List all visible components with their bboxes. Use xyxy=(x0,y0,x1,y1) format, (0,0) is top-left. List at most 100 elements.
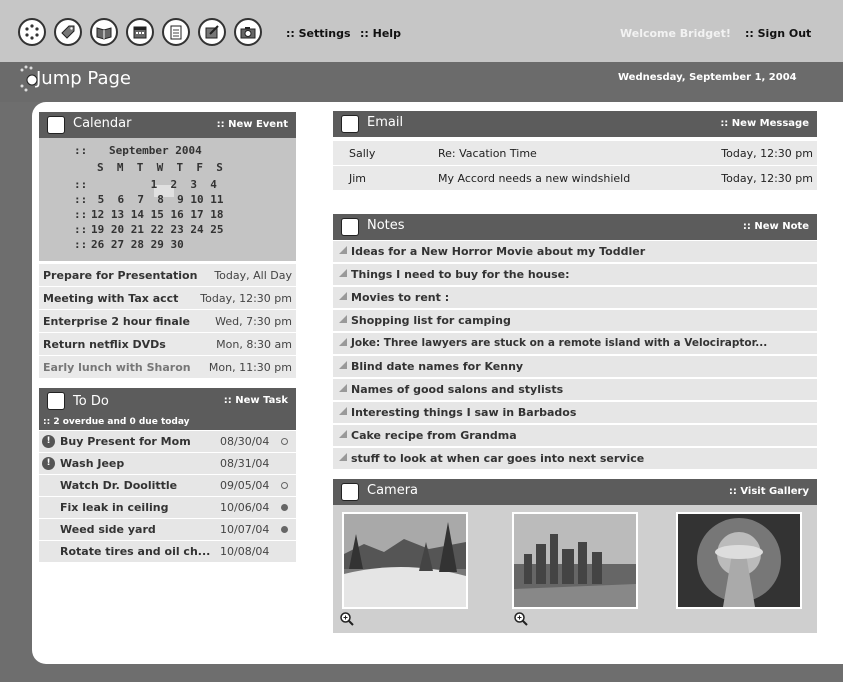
todo-item[interactable]: ! Buy Present for Mom 08/30/04 xyxy=(39,431,296,453)
note-corner-icon xyxy=(339,430,347,438)
mini-calendar: :: September 2004 S M T W T F S :: 1 2 3… xyxy=(39,138,296,261)
new-message-link[interactable]: :: New Message xyxy=(720,118,809,129)
book-icon[interactable] xyxy=(90,18,118,46)
event-row[interactable]: Enterprise 2 hour finale Wed, 7:30 pm xyxy=(39,310,296,333)
todo-item-date: 10/06/04 xyxy=(220,501,270,514)
new-task-link[interactable]: :: New Task xyxy=(224,395,288,406)
event-title: Return netflix DVDs xyxy=(43,338,166,351)
visit-gallery-link[interactable]: :: Visit Gallery xyxy=(729,486,809,497)
todo-item-title: Weed side yard xyxy=(60,523,156,536)
notes-icon[interactable] xyxy=(198,18,226,46)
week-mark[interactable]: :: xyxy=(74,238,87,251)
zoom-icon[interactable] xyxy=(340,612,354,626)
camera-icon[interactable] xyxy=(234,18,262,46)
todo-item[interactable]: Rotate tires and oil ch... 10/08/04 xyxy=(39,541,296,563)
todo-title: To Do xyxy=(73,394,109,409)
calendar-title: Calendar xyxy=(73,116,132,131)
photo-space-needle[interactable] xyxy=(676,512,802,609)
new-event-link[interactable]: :: New Event xyxy=(217,119,288,130)
event-row[interactable]: Return netflix DVDs Mon, 8:30 am xyxy=(39,333,296,356)
note-item[interactable]: Joke: Three lawyers are stuck on a remot… xyxy=(333,333,817,355)
email-subject: My Accord needs a new windshield xyxy=(438,172,631,185)
note-item[interactable]: Cake recipe from Grandma xyxy=(333,425,817,447)
calendar-month[interactable]: September 2004 xyxy=(109,144,202,157)
photo-city-skyline[interactable] xyxy=(512,512,638,609)
event-row[interactable]: Early lunch with Sharon Mon, 11:30 pm xyxy=(39,356,296,379)
photo-snowy-forest[interactable] xyxy=(342,512,468,609)
note-corner-icon xyxy=(339,246,347,254)
todo-item[interactable]: Weed side yard 10/07/04 xyxy=(39,519,296,541)
week-mark[interactable]: :: xyxy=(74,223,87,236)
email-row[interactable]: Sally Re: Vacation Time Today, 12:30 pm xyxy=(333,141,817,166)
event-row[interactable]: Meeting with Tax acct Today, 12:30 pm xyxy=(39,287,296,310)
cal-mark: :: xyxy=(74,144,88,157)
tag-icon[interactable] xyxy=(54,18,82,46)
calendar-week[interactable]: 26 27 28 29 30 xyxy=(91,238,184,251)
status-filled-icon xyxy=(281,504,288,511)
help-link[interactable]: :: Help xyxy=(360,27,401,40)
status-filled-icon xyxy=(281,526,288,533)
note-corner-icon xyxy=(339,361,347,369)
page-date: Wednesday, September 1, 2004 xyxy=(618,72,797,83)
note-item[interactable]: Ideas for a New Horror Movie about my To… xyxy=(333,241,817,263)
event-title: Enterprise 2 hour finale xyxy=(43,315,190,328)
todo-item-date: 09/05/04 xyxy=(220,479,270,492)
notes-header: Notes :: New Note xyxy=(333,214,817,240)
todo-item-title: Wash Jeep xyxy=(60,457,125,470)
todo-summary-text: :: 2 overdue and 0 due today xyxy=(43,417,190,427)
todo-item[interactable]: Fix leak in ceiling 10/06/04 xyxy=(39,497,296,519)
calendar-header: Calendar :: New Event xyxy=(39,112,296,138)
zoom-icon[interactable] xyxy=(514,612,528,626)
page-title: Jump Page xyxy=(36,68,131,89)
notebook-icon[interactable] xyxy=(162,18,190,46)
dots-icon[interactable] xyxy=(18,18,46,46)
new-note-link[interactable]: :: New Note xyxy=(743,221,809,232)
todo-summary: :: 2 overdue and 0 due today xyxy=(39,416,296,430)
calendar-week[interactable]: 12 13 14 15 16 17 18 xyxy=(91,208,223,221)
email-header: Email :: New Message xyxy=(333,111,817,137)
note-title: Movies to rent : xyxy=(351,291,450,304)
sign-out-link[interactable]: :: Sign Out xyxy=(745,27,811,40)
status-empty-icon xyxy=(281,438,288,445)
event-row[interactable]: Prepare for Presentation Today, All Day xyxy=(39,264,296,287)
todo-item[interactable]: ! Wash Jeep 08/31/04 xyxy=(39,453,296,475)
note-corner-icon xyxy=(339,453,347,461)
note-corner-icon xyxy=(339,292,347,300)
note-item[interactable]: Blind date names for Kenny xyxy=(333,356,817,378)
note-title: Ideas for a New Horror Movie about my To… xyxy=(351,245,646,258)
note-item[interactable]: Things I need to buy for the house: xyxy=(333,264,817,286)
note-title: Joke: Three lawyers are stuck on a remot… xyxy=(351,337,768,349)
event-when: Wed, 7:30 pm xyxy=(215,315,292,328)
note-item[interactable]: stuff to look at when car goes into next… xyxy=(333,448,817,470)
todo-item[interactable]: Watch Dr. Doolittle 09/05/04 xyxy=(39,475,296,497)
overdue-icon: ! xyxy=(42,435,55,448)
week-mark[interactable]: :: xyxy=(74,208,87,221)
note-item[interactable]: Names of good salons and stylists xyxy=(333,379,817,401)
event-when: Today, 12:30 pm xyxy=(200,292,292,305)
note-title: Names of good salons and stylists xyxy=(351,383,564,396)
note-item[interactable]: Movies to rent : xyxy=(333,287,817,309)
todo-item-date: 10/08/04 xyxy=(220,545,270,558)
calendar-week[interactable]: 19 20 21 22 23 24 25 xyxy=(91,223,223,236)
todo-item-date: 08/30/04 xyxy=(220,435,270,448)
note-item[interactable]: Interesting things I saw in Barbados xyxy=(333,402,817,424)
calendar-weekdays: S M T W T F S xyxy=(97,161,223,174)
notes-title: Notes xyxy=(367,218,405,233)
week-mark[interactable]: :: xyxy=(74,178,87,191)
calendar-week[interactable]: 5 6 7 8 9 10 11 xyxy=(91,193,224,206)
note-item[interactable]: Shopping list for camping xyxy=(333,310,817,332)
settings-link[interactable]: :: Settings xyxy=(286,27,351,40)
email-from: Sally xyxy=(349,147,376,160)
email-row[interactable]: Jim My Accord needs a new windshield Tod… xyxy=(333,166,817,191)
email-title: Email xyxy=(367,115,404,130)
event-when: Mon, 8:30 am xyxy=(216,338,292,351)
event-when: Today, All Day xyxy=(214,269,292,282)
calendar-week[interactable]: 1 2 3 4 xyxy=(91,178,217,191)
week-mark[interactable]: :: xyxy=(74,193,87,206)
calendar-icon[interactable] xyxy=(126,18,154,46)
calendar-panel-icon xyxy=(47,116,65,134)
camera-panel-icon xyxy=(341,483,359,501)
todo-panel-icon xyxy=(47,392,65,410)
email-from: Jim xyxy=(349,172,367,185)
note-corner-icon xyxy=(339,407,347,415)
